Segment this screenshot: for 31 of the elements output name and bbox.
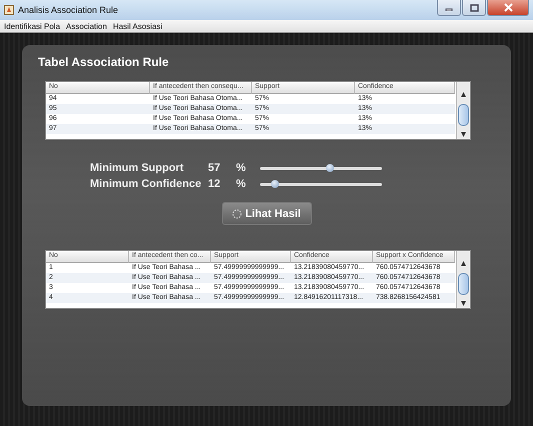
scroll-thumb[interactable] [458, 104, 469, 126]
slider-label: Minimum Support [90, 162, 184, 174]
slider-value: 57 [208, 162, 222, 174]
scrollbar[interactable] [456, 251, 470, 308]
show-results-button[interactable]: Lihat Hasil [222, 202, 312, 225]
maximize-button[interactable] [462, 0, 486, 16]
unit-label: % [236, 178, 247, 190]
slider[interactable] [260, 166, 382, 170]
slider-thumb[interactable] [326, 164, 334, 172]
spinner-icon [232, 208, 242, 218]
menu-item[interactable]: Hasil Asosiasi [112, 22, 164, 30]
scroll-up-icon[interactable] [461, 92, 466, 97]
minimize-button[interactable] [437, 0, 461, 16]
scroll-down-icon[interactable] [461, 301, 466, 306]
slider[interactable] [260, 182, 382, 186]
unit-label: % [236, 162, 247, 174]
close-button[interactable] [487, 0, 529, 16]
scroll-down-icon[interactable] [461, 132, 466, 137]
panel-title: Tabel Association Rule [38, 55, 170, 69]
window-title: Analisis Association Rule [18, 5, 120, 15]
maximize-icon [470, 4, 478, 12]
scroll-up-icon[interactable] [461, 261, 466, 266]
scroll-thumb[interactable] [458, 272, 469, 294]
app-icon [4, 5, 14, 15]
menu-item[interactable]: Identifikasi Pola [3, 22, 62, 30]
scrollbar[interactable] [456, 82, 470, 139]
slider-thumb[interactable] [270, 180, 279, 188]
slider-value: 12 [208, 178, 222, 190]
close-icon [504, 3, 512, 12]
menu-item[interactable]: Association [65, 22, 108, 30]
slider-label: Minimum Confidence [90, 178, 202, 190]
